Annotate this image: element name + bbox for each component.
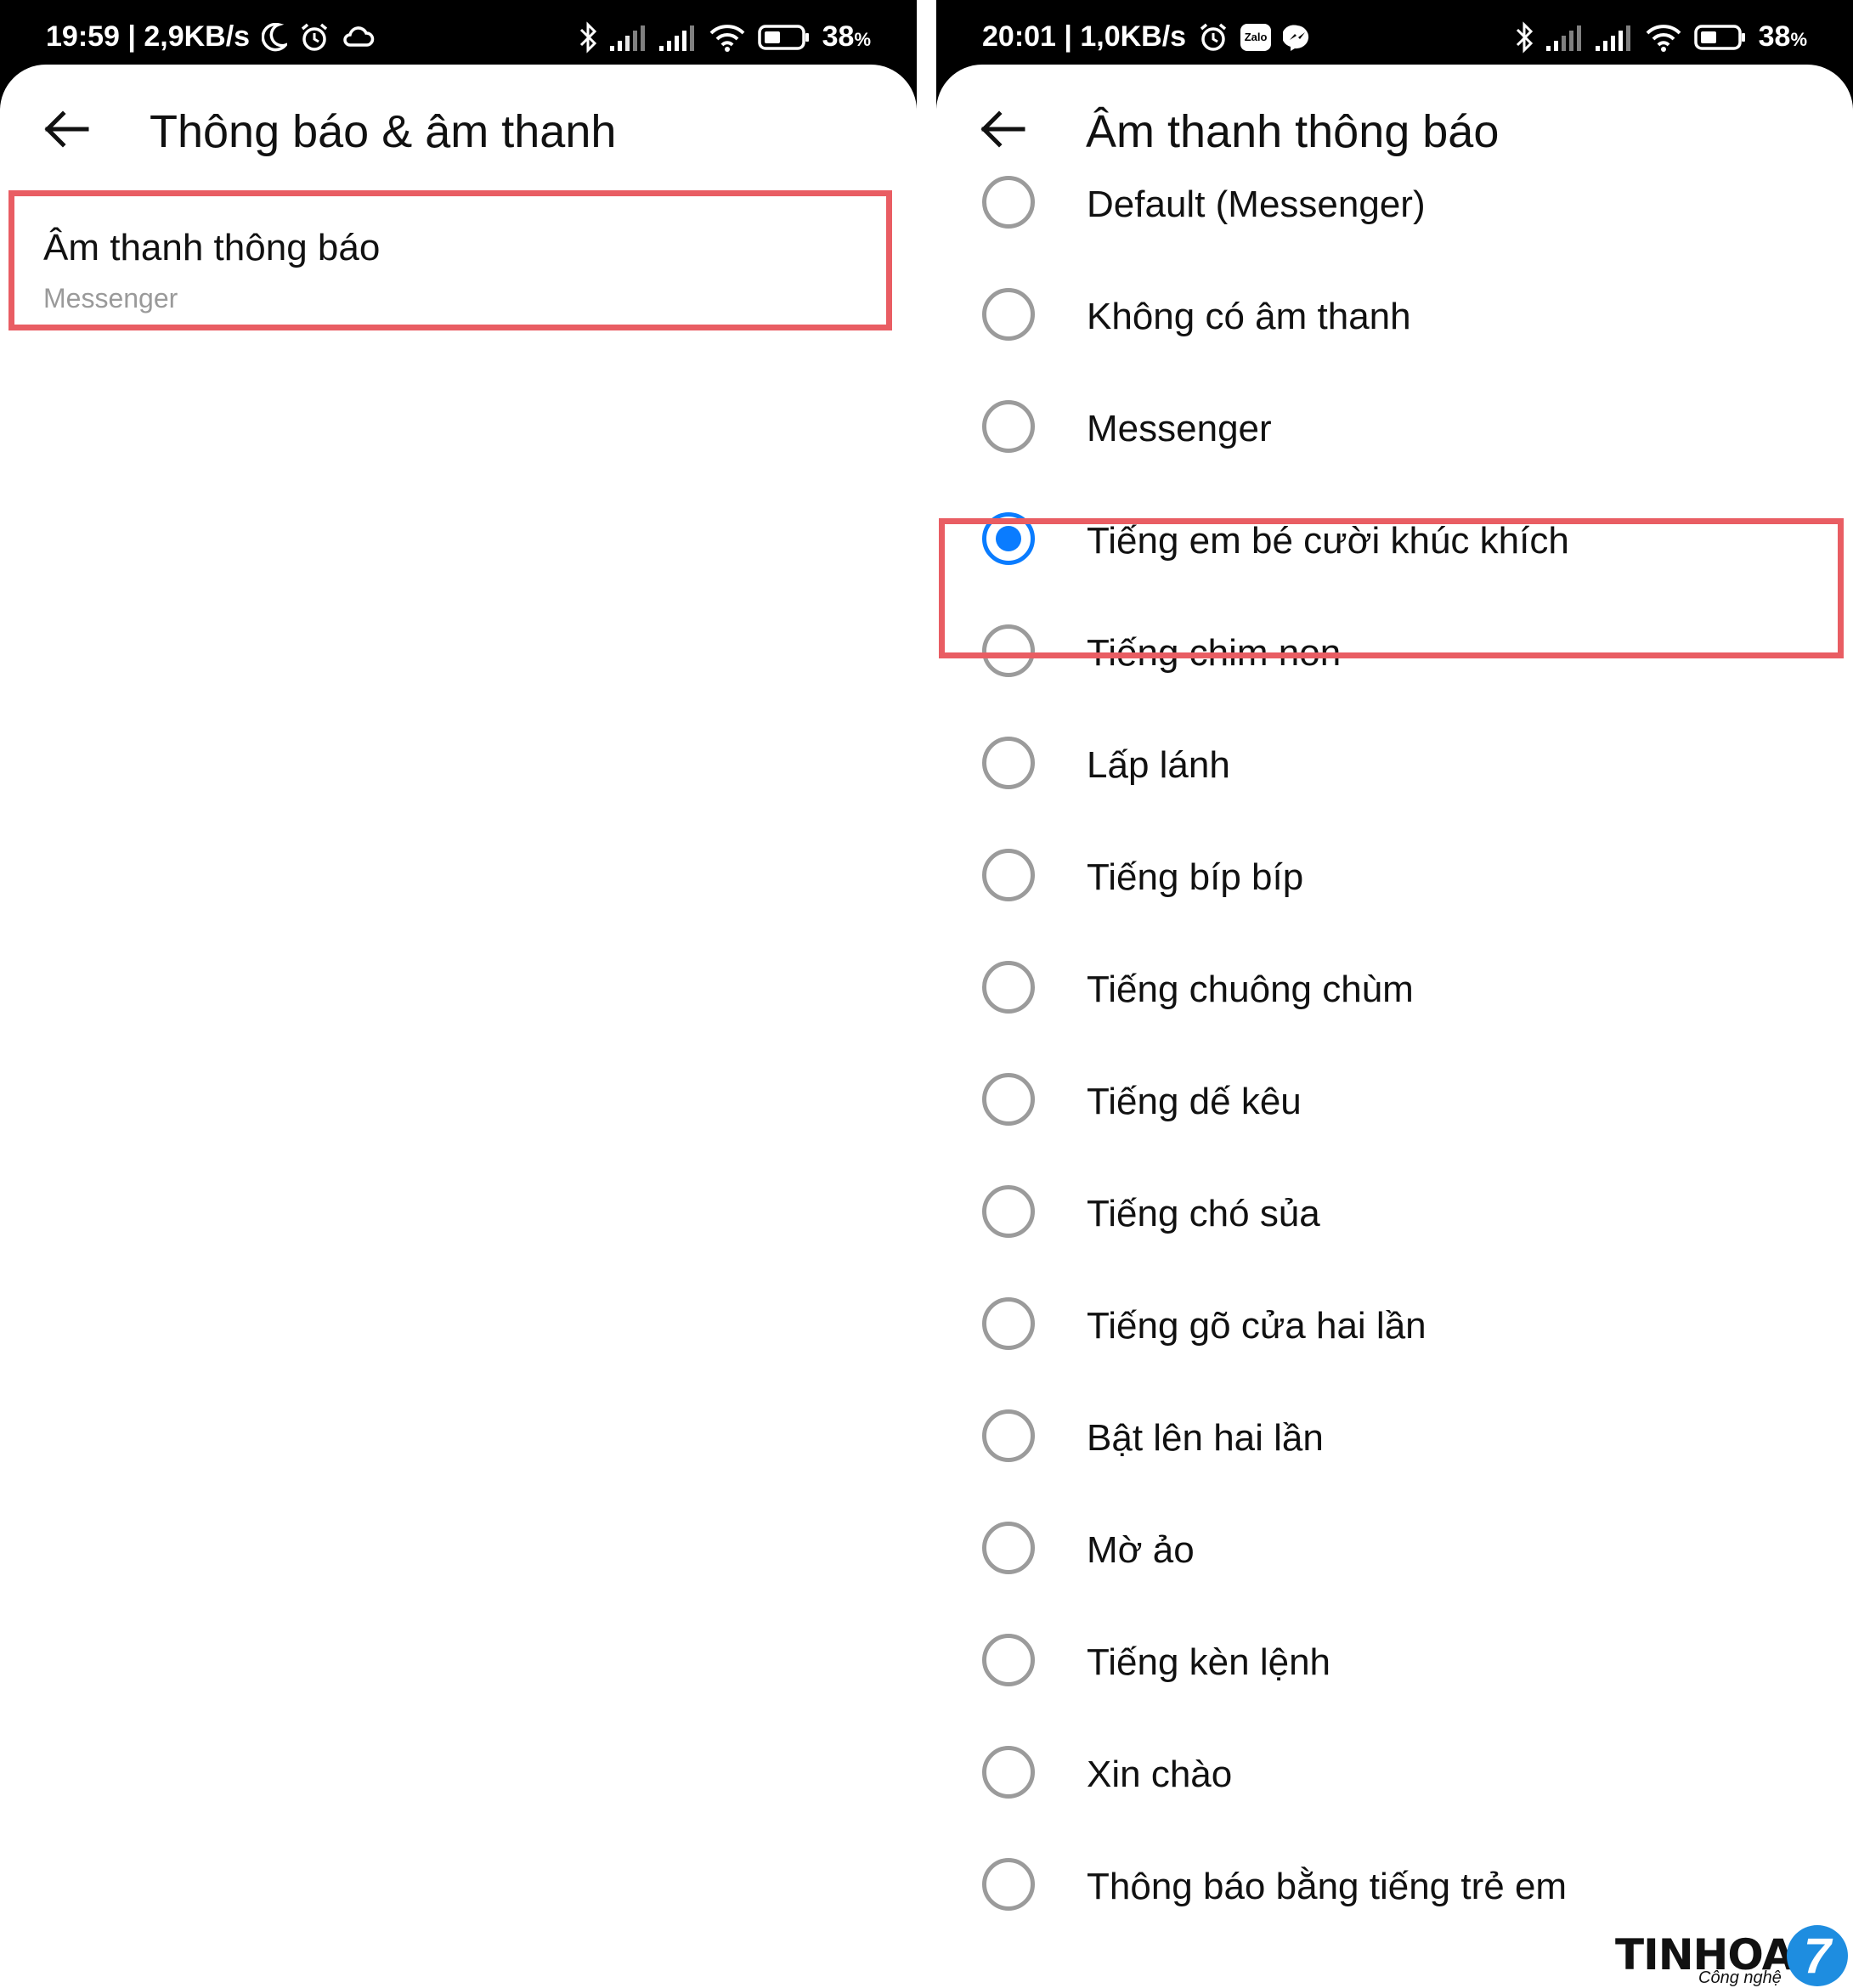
sound-option[interactable]: Mờ ảo: [936, 1492, 1853, 1604]
arrow-left-icon: [980, 110, 1025, 148]
sound-option-label: Mờ ảo: [1087, 1529, 1195, 1571]
sound-option-label: Messenger: [1087, 408, 1272, 449]
radio-button-checked[interactable]: [982, 512, 1035, 565]
cloud-icon: [342, 25, 376, 50]
back-button[interactable]: [39, 102, 93, 156]
signal-icon: [658, 24, 697, 51]
watermark-subtitle: Công nghệ: [1698, 1968, 1782, 1987]
sound-option[interactable]: Tiếng gõ cửa hai lần: [936, 1268, 1853, 1380]
app-bar: Thông báo & âm thanh: [0, 65, 917, 192]
sound-option-label: Xin chào: [1087, 1754, 1233, 1795]
left-screen: 19:59 | 2,9KB/s 38% Thông báo & âm thanh…: [0, 0, 917, 1988]
sound-option[interactable]: Tiếng dế kêu: [936, 1043, 1853, 1155]
radio-button[interactable]: [982, 1073, 1035, 1126]
radio-button[interactable]: [982, 849, 1035, 901]
sound-option-label: Thông báo bằng tiếng trẻ em: [1087, 1866, 1568, 1907]
arrow-left-icon: [44, 110, 89, 148]
status-time-speed: 20:01 | 1,0KB/s: [982, 20, 1187, 53]
signal-icon: [1545, 24, 1584, 51]
status-bar: 20:01 | 1,0KB/s Zalo 38%: [936, 0, 1853, 65]
watermark-logo: TINHOA Công nghệ 7: [1615, 1917, 1850, 1988]
radio-button[interactable]: [982, 624, 1035, 677]
radio-button[interactable]: [982, 400, 1035, 453]
battery-icon: [757, 24, 811, 51]
wifi-icon: [709, 23, 746, 52]
moon-icon: [262, 22, 288, 52]
settings-sheet: Thông báo & âm thanh Âm thanh thông báo …: [0, 65, 917, 1988]
signal-icon: [1595, 24, 1633, 51]
sound-option[interactable]: Tiếng chó sủa: [936, 1155, 1853, 1268]
radio-button[interactable]: [982, 1634, 1035, 1686]
radio-button[interactable]: [982, 1409, 1035, 1462]
radio-button[interactable]: [982, 176, 1035, 229]
radio-button[interactable]: [982, 1297, 1035, 1350]
battery-unit: %: [1790, 29, 1807, 50]
battery-icon: [1693, 24, 1747, 51]
radio-button[interactable]: [982, 961, 1035, 1014]
sound-picker-sheet: Âm thanh thông báo Default (Messenger) K…: [936, 65, 1853, 1988]
sound-option[interactable]: Không có âm thanh: [936, 258, 1853, 370]
notification-sound-setting[interactable]: Âm thanh thông báo Messenger: [8, 190, 892, 330]
status-time-speed: 19:59 | 2,9KB/s: [46, 20, 251, 53]
divider: [917, 0, 936, 1988]
signal-icon: [609, 24, 647, 51]
sound-option-label: Bật lên hai lần: [1087, 1417, 1324, 1459]
sound-option[interactable]: Bật lên hai lần: [936, 1380, 1853, 1492]
sound-option-label: Tiếng gõ cửa hai lần: [1087, 1305, 1426, 1347]
messenger-icon: [1283, 23, 1312, 52]
sound-option[interactable]: Default (Messenger): [936, 146, 1853, 258]
bluetooth-icon: [1514, 20, 1534, 54]
watermark-badge: 7: [1787, 1925, 1848, 1986]
right-screen: 20:01 | 1,0KB/s Zalo 38% Âm thanh thông …: [936, 0, 1853, 1988]
radio-button[interactable]: [982, 1185, 1035, 1238]
setting-value: Messenger: [43, 283, 178, 313]
sound-option[interactable]: Tiếng bíp bíp: [936, 819, 1853, 931]
status-bar: 19:59 | 2,9KB/s 38%: [0, 0, 917, 65]
page-title: Thông báo & âm thanh: [150, 106, 617, 157]
sound-option-label: Tiếng chim non: [1087, 632, 1342, 674]
radio-button[interactable]: [982, 288, 1035, 341]
alarm-icon: [299, 22, 330, 53]
alarm-icon: [1198, 22, 1229, 53]
sound-option-label: Tiếng chuông chùm: [1087, 969, 1414, 1010]
sound-option[interactable]: Messenger: [936, 370, 1853, 483]
radio-button[interactable]: [982, 1746, 1035, 1799]
zalo-icon: Zalo: [1240, 23, 1272, 51]
sound-option-label: Tiếng dế kêu: [1087, 1081, 1302, 1122]
battery-unit: %: [854, 29, 871, 50]
sound-option-label: Không có âm thanh: [1087, 296, 1411, 337]
sound-option-label: Lấp lánh: [1087, 744, 1230, 786]
sound-option[interactable]: Lấp lánh: [936, 707, 1853, 819]
sound-option-selected[interactable]: Tiếng em bé cười khúc khích: [936, 483, 1853, 595]
radio-button[interactable]: [982, 1858, 1035, 1911]
radio-button[interactable]: [982, 1522, 1035, 1574]
radio-button[interactable]: [982, 737, 1035, 789]
sound-option-label: Tiếng chó sủa: [1087, 1193, 1320, 1234]
battery-level: 38: [822, 20, 855, 53]
sound-option-label: Tiếng bíp bíp: [1087, 856, 1304, 898]
sound-option[interactable]: Tiếng kèn lệnh: [936, 1604, 1853, 1716]
sound-option-label: Tiếng em bé cười khúc khích: [1087, 520, 1569, 562]
sound-option-label: Default (Messenger): [1087, 184, 1426, 225]
sound-option[interactable]: Tiếng chuông chùm: [936, 931, 1853, 1043]
sound-option[interactable]: Xin chào: [936, 1716, 1853, 1828]
bluetooth-icon: [578, 20, 598, 54]
sound-option-label: Tiếng kèn lệnh: [1087, 1641, 1331, 1683]
wifi-icon: [1645, 23, 1682, 52]
battery-level: 38: [1758, 20, 1791, 53]
setting-title: Âm thanh thông báo: [43, 227, 381, 268]
sound-option[interactable]: Tiếng chim non: [936, 595, 1853, 707]
